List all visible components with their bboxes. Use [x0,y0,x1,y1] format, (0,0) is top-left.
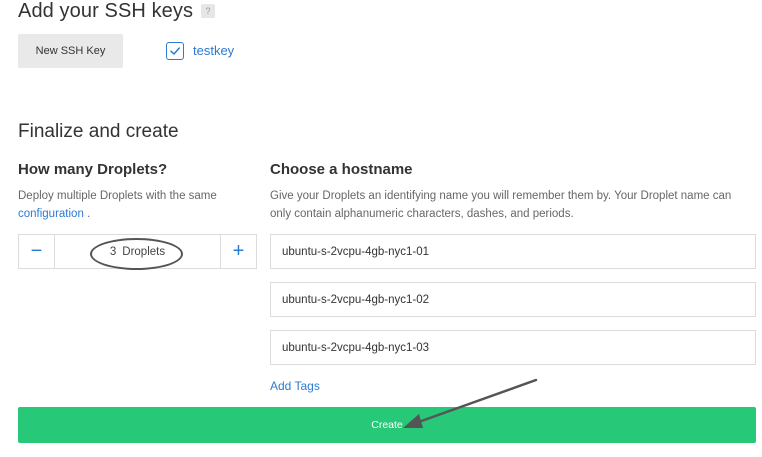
ssh-key-label[interactable]: testkey [193,43,234,58]
description-period: . [87,208,91,220]
configuration-link[interactable]: configuration [18,208,84,220]
hostname-description: Give your Droplets an identifying name y… [270,190,732,220]
ssh-key-checkbox[interactable] [166,42,184,60]
droplet-unit: Droplets [122,245,166,258]
create-button[interactable]: Create [18,407,756,443]
droplet-quantity-value[interactable]: 3 Droplets [55,235,220,268]
add-tags-link[interactable]: Add Tags [270,379,320,393]
droplet-count-title: How many Droplets? [18,161,168,178]
hostname-input-1[interactable] [270,234,756,269]
check-icon [170,47,181,55]
ssh-keys-title-text: Add your SSH keys [18,0,194,22]
droplet-count-description: Deploy multiple Droplets with the same c… [18,187,243,223]
help-icon[interactable]: ? [201,4,216,18]
decrement-button[interactable]: − [19,235,55,268]
new-ssh-key-button[interactable]: New SSH Key [18,34,123,68]
droplet-description-text: Deploy multiple Droplets with the same [18,190,217,202]
droplet-quantity-stepper: − 3 Droplets + [18,234,257,269]
hostname-title: Choose a hostname [270,161,413,178]
droplet-count: 3 [109,245,117,258]
arrow-annotation-icon [403,378,538,428]
hostname-input-3[interactable] [270,330,756,365]
finalize-title: Finalize and create [18,121,179,142]
ssh-keys-title: Add your SSH keys? [18,0,216,23]
increment-button[interactable]: + [220,235,256,268]
hostname-input-2[interactable] [270,282,756,317]
